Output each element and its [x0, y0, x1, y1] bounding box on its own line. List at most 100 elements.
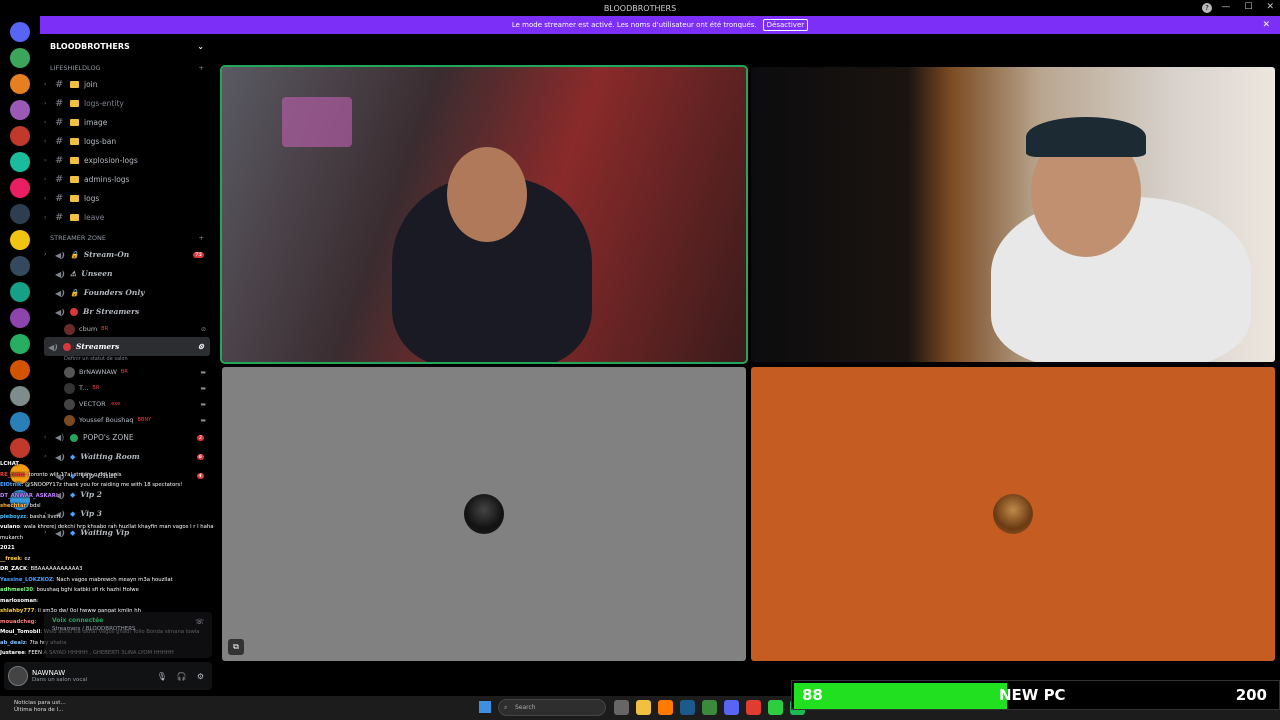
folder-icon — [70, 176, 79, 183]
channel-name: explosion-logs — [84, 156, 138, 165]
text-channel-explosion-logs[interactable]: › # explosion-logs — [40, 151, 214, 170]
voice-channel-stream-on[interactable]: › ◀) 🔒 Stream-On 75 — [40, 245, 214, 264]
category-lifeshieldlog[interactable]: LIFESHIELDLOG + — [40, 58, 214, 75]
video-tile-3[interactable]: ⧉ — [222, 367, 746, 661]
server-icon[interactable] — [10, 100, 30, 120]
disable-streamer-mode-button[interactable]: Désactiver — [762, 19, 809, 31]
voice-channel-popo-s-zone[interactable]: › ◀) POPO's ZONE 2 — [40, 428, 214, 447]
taskbar-search[interactable]: ⌕ Search — [498, 699, 606, 716]
discord-icon[interactable] — [724, 700, 739, 715]
server-icon[interactable] — [10, 178, 30, 198]
goal-current: 88 — [802, 686, 823, 704]
server-icon[interactable] — [10, 22, 30, 42]
server-icon[interactable] — [10, 204, 30, 224]
server-icon[interactable] — [10, 74, 30, 94]
title-bar: BLOODBROTHERS ? — ☐ ✕ — [0, 0, 1280, 16]
avatar — [64, 414, 75, 426]
server-icon[interactable] — [10, 386, 30, 406]
chat-author: Justaree — [0, 650, 25, 656]
add-channel-icon[interactable]: + — [199, 64, 204, 72]
voice-channel-path[interactable]: Streamers / BLOODBROTHERS — [52, 626, 136, 632]
channel-name: POPO's ZONE — [83, 433, 134, 442]
chat-text: : wala khrerej dekchi hrp khsabo rah huz… — [0, 524, 247, 541]
channel-status[interactable]: Définir un statut de salon — [40, 356, 214, 364]
category-streamer-zone[interactable]: STREAMER ZONE + — [40, 227, 214, 245]
server-icon[interactable] — [10, 334, 30, 354]
chat-text: : — [57, 492, 60, 499]
video-tile-2[interactable] — [751, 67, 1275, 362]
voice-status: Voix connectée — [52, 617, 104, 624]
settings-icon[interactable]: ⚙ — [198, 342, 204, 351]
microphone-icon[interactable]: 🎙 — [157, 672, 167, 681]
server-icon[interactable] — [10, 438, 30, 458]
steam-icon[interactable] — [680, 700, 695, 715]
voice-user[interactable]: cbum BR ⊘ — [40, 321, 214, 337]
chat-author: shlahby777 — [0, 608, 35, 614]
help-icon[interactable]: ? — [1202, 3, 1212, 13]
server-icon[interactable] — [10, 308, 30, 328]
server-icon[interactable] — [10, 360, 30, 380]
voice-channel-streamers[interactable]: ◀) Streamers ⚙ — [44, 337, 210, 356]
server-icon[interactable] — [10, 48, 30, 68]
rockstar-icon[interactable] — [702, 700, 717, 715]
voice-user[interactable]: BrNAWNAW BR ▬ — [40, 364, 214, 380]
video-tile-1[interactable] — [220, 65, 748, 364]
voice-user[interactable]: Youssef Boushaq BBNY ▬ — [40, 412, 214, 428]
text-channel-image[interactable]: › # image — [40, 113, 214, 132]
voice-user[interactable]: T... BR ▬ — [40, 380, 214, 396]
folder-icon — [70, 119, 79, 126]
text-channel-logs[interactable]: › # logs — [40, 189, 214, 208]
task-view-icon[interactable] — [614, 700, 629, 715]
disconnect-icon[interactable]: ☏ — [195, 618, 204, 626]
speaker-icon: ◀) — [55, 306, 65, 317]
voice-channel-founders-only[interactable]: ◀) 🔒 Founders Only — [40, 283, 214, 302]
server-icon[interactable] — [10, 412, 30, 432]
server-icon[interactable] — [10, 152, 30, 172]
server-name: BLOODBROTHERS — [50, 41, 130, 51]
obs-icon[interactable] — [768, 700, 783, 715]
news-sub: Última hora de l... — [14, 707, 64, 713]
vlc-icon[interactable] — [658, 700, 673, 715]
server-icon[interactable] — [10, 126, 30, 146]
stream-icon[interactable]: ⧉ — [228, 639, 244, 655]
server-icon[interactable] — [10, 256, 30, 276]
chrome-icon[interactable] — [746, 700, 761, 715]
goal-label: NEW PC — [999, 686, 1066, 704]
text-channel-admins-logs[interactable]: › # admins-logs — [40, 170, 214, 189]
chat-author: Yassine_LOKZKOZ — [0, 576, 53, 583]
user-status: Dans un salon vocal — [32, 677, 88, 683]
server-header[interactable]: BLOODBROTHERS ⌄ — [40, 34, 214, 58]
gear-icon[interactable]: ⚙ — [197, 672, 204, 681]
avatar — [64, 323, 75, 335]
add-channel-icon[interactable]: + — [199, 234, 204, 242]
voice-user[interactable]: VECTOR .exe ▬ — [40, 396, 214, 412]
text-channel-join[interactable]: › # join — [40, 75, 214, 94]
voice-channel-br-streamers[interactable]: ◀) Br Streamers — [40, 302, 214, 321]
news-widget[interactable]: Noticias para ust... Última hora de l... — [14, 700, 66, 714]
close-icon[interactable]: ✕ — [1266, 2, 1274, 12]
avatar — [64, 382, 75, 394]
server-icon[interactable] — [10, 282, 30, 302]
text-channel-logs-entity[interactable]: › # logs-entity — [40, 94, 214, 113]
voice-channel-unseen[interactable]: ◀) ⚠ Unseen — [40, 264, 214, 283]
user-tag: .exe — [109, 401, 121, 407]
muted-icon: ⊘ — [200, 325, 206, 333]
server-icon[interactable] — [10, 230, 30, 250]
category-label: STREAMER ZONE — [50, 234, 107, 242]
chat-text: : @SNOOPY17z thank you for raiding me wi… — [21, 482, 183, 488]
text-channel-leave[interactable]: › # leave — [40, 208, 214, 227]
headphones-icon[interactable]: 🎧 — [177, 672, 187, 681]
category-label: LIFESHIELDLOG — [50, 64, 101, 72]
chat-author: adhmeel30 — [0, 587, 34, 593]
channel-name: logs — [84, 194, 100, 203]
text-channel-logs-ban[interactable]: › # logs-ban — [40, 132, 214, 151]
minimize-icon[interactable]: — — [1221, 2, 1230, 12]
file-explorer-icon[interactable] — [636, 700, 651, 715]
avatar[interactable] — [8, 666, 28, 686]
banner-close-icon[interactable]: ✕ — [1262, 20, 1270, 30]
warning-icon: ⚠ — [70, 269, 77, 278]
video-tile-4[interactable] — [751, 367, 1275, 661]
windows-start-icon[interactable] — [479, 701, 491, 713]
maximize-icon[interactable]: ☐ — [1244, 2, 1252, 12]
user-tag: BR — [101, 326, 109, 332]
